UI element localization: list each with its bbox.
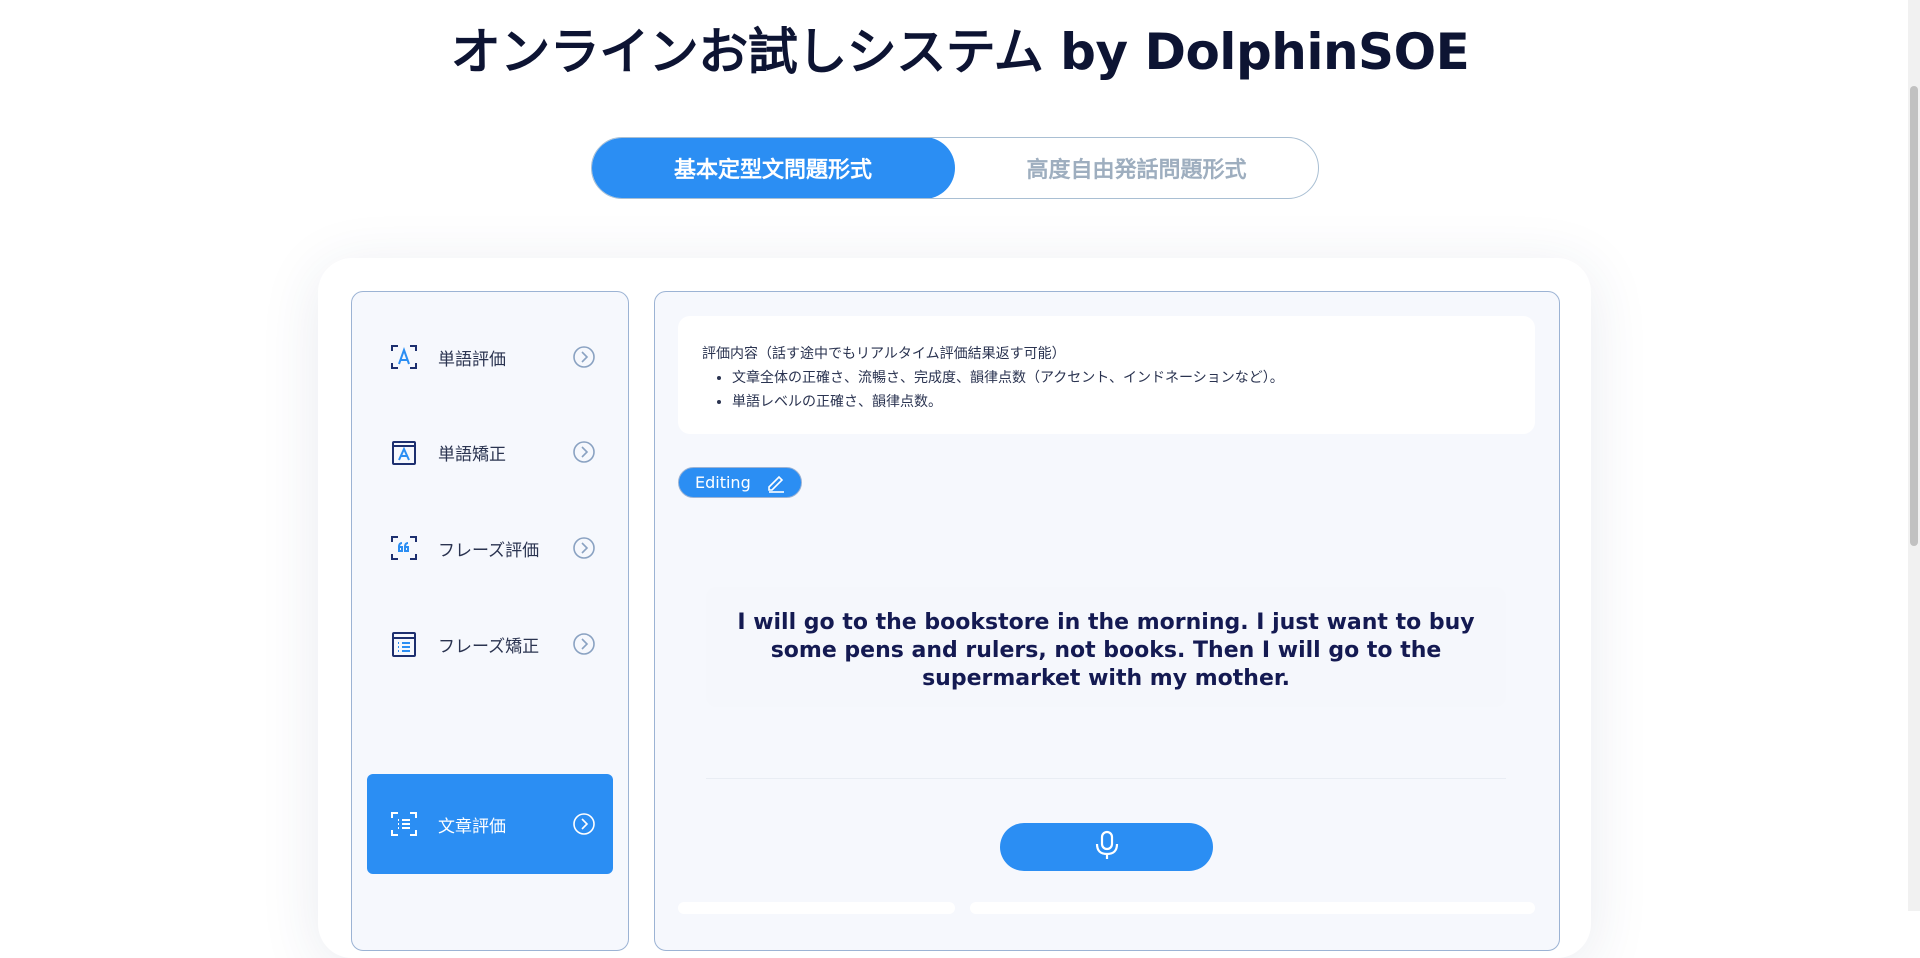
letter-a-book-icon bbox=[388, 436, 420, 468]
sidebar-item-label: 単語矯正 bbox=[438, 444, 506, 465]
microphone-icon bbox=[1094, 830, 1120, 864]
editing-button[interactable]: Editing bbox=[678, 467, 802, 498]
sidebar-item-label: フレーズ評価 bbox=[438, 540, 540, 561]
evaluation-info-box: 評価内容（話す途中でもリアルタイム評価結果返す可能） 文章全体の正確さ、流暢さ、… bbox=[678, 316, 1535, 434]
sidebar-item-label: フレーズ矯正 bbox=[438, 636, 540, 657]
sidebar-item-phrase-correction[interactable]: フレーズ矯正 bbox=[367, 594, 613, 694]
list-book-icon bbox=[388, 628, 420, 660]
sidebar-item-sentence-evaluation[interactable]: 文章評価 bbox=[367, 774, 613, 874]
editing-label: Editing bbox=[695, 473, 751, 492]
tab-advanced-format[interactable]: 高度自由発話問題形式 bbox=[955, 138, 1318, 198]
chevron-right-circle-icon bbox=[572, 632, 596, 656]
list-frame-icon bbox=[388, 808, 420, 840]
quote-frame-icon bbox=[388, 532, 420, 564]
sidebar: 単語評価 単語矯正 フレーズ評価 フレーズ矯正 文章評価 bbox=[351, 291, 629, 951]
practice-sentence[interactable]: I will go to the bookstore in the mornin… bbox=[706, 587, 1506, 707]
result-panel-left bbox=[678, 902, 955, 914]
info-point: 単語レベルの正確さ、韻律点数。 bbox=[732, 390, 1511, 414]
page-title: オンラインお試しシステム by DolphinSOE bbox=[450, 23, 1470, 81]
mode-switch: 基本定型文問題形式 高度自由発話問題形式 bbox=[591, 137, 1319, 199]
sidebar-item-phrase-evaluation[interactable]: フレーズ評価 bbox=[367, 498, 613, 598]
chevron-right-circle-icon bbox=[572, 440, 596, 464]
chevron-right-circle-icon bbox=[572, 536, 596, 560]
tab-basic-format[interactable]: 基本定型文問題形式 bbox=[592, 138, 955, 198]
info-list: 文章全体の正確さ、流暢さ、完成度、韻律点数（アクセント、インドネーションなど）。… bbox=[702, 366, 1511, 414]
record-button[interactable] bbox=[1000, 823, 1213, 871]
info-point: 文章全体の正確さ、流暢さ、完成度、韻律点数（アクセント、インドネーションなど）。 bbox=[732, 366, 1511, 390]
chevron-right-circle-icon bbox=[572, 812, 596, 836]
scrollbar[interactable] bbox=[1908, 0, 1920, 911]
letter-a-frame-icon bbox=[388, 341, 420, 373]
divider bbox=[706, 778, 1506, 779]
result-panel-right bbox=[970, 902, 1535, 914]
sidebar-item-word-correction[interactable]: 単語矯正 bbox=[367, 402, 613, 502]
chevron-right-circle-icon bbox=[572, 345, 596, 369]
info-heading: 評価内容（話す途中でもリアルタイム評価結果返す可能） bbox=[702, 346, 1066, 362]
sidebar-item-word-evaluation[interactable]: 単語評価 bbox=[367, 307, 613, 407]
scrollbar-thumb[interactable] bbox=[1910, 86, 1918, 546]
pencil-icon bbox=[765, 472, 787, 494]
sidebar-item-label: 単語評価 bbox=[438, 349, 506, 370]
sidebar-item-label: 文章評価 bbox=[438, 816, 506, 837]
